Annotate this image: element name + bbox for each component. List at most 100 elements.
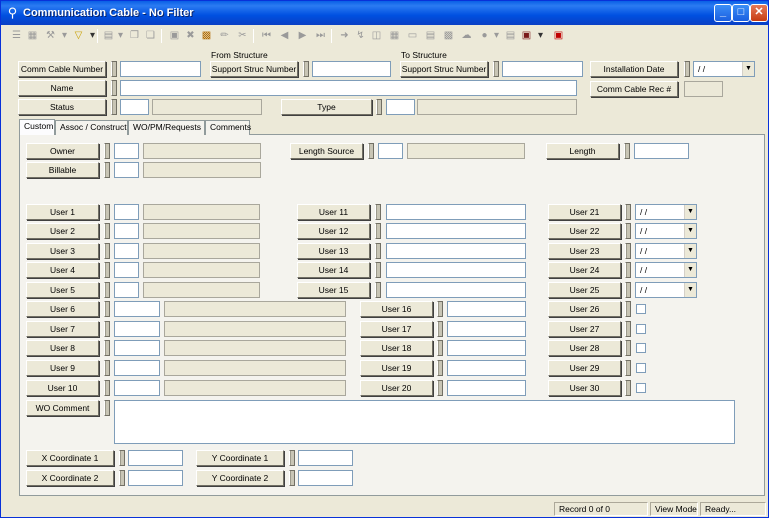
user-6-button[interactable]: User 6 — [26, 301, 99, 317]
user-30-checkbox[interactable] — [636, 383, 646, 393]
user-15-input[interactable] — [386, 282, 526, 298]
user-6-input[interactable] — [114, 301, 160, 317]
user-17-input[interactable] — [447, 321, 526, 337]
chevron-down-icon[interactable]: ▼ — [684, 205, 696, 219]
tab-custom[interactable]: Custom — [19, 119, 55, 135]
length-source-button[interactable]: Length Source — [290, 143, 363, 159]
help-book-icon[interactable]: ▣ — [519, 28, 534, 43]
chevron-down-icon[interactable]: ▼ — [684, 283, 696, 297]
user-22-date-dropdown[interactable]: / / ▼ — [635, 223, 697, 239]
query-icon[interactable]: ▦ — [25, 28, 40, 43]
exit-icon[interactable]: ▣ — [551, 28, 566, 43]
user-18-input[interactable] — [447, 340, 526, 356]
length-button[interactable]: Length — [546, 143, 619, 159]
print-icon[interactable]: ▤ — [503, 28, 518, 43]
list-icon[interactable]: ☰ — [9, 28, 24, 43]
y-coordinate-2-input[interactable] — [298, 470, 353, 486]
user-28-checkbox[interactable] — [636, 343, 646, 353]
user-29-checkbox[interactable] — [636, 363, 646, 373]
user-26-button[interactable]: User 26 — [548, 301, 621, 317]
x-coordinate-1-button[interactable]: X Coordinate 1 — [26, 450, 114, 466]
billable-button[interactable]: Billable — [26, 162, 99, 178]
user-18-button[interactable]: User 18 — [360, 340, 433, 356]
close-button[interactable]: ✕ — [750, 4, 768, 22]
user-21-date-dropdown[interactable]: / / ▼ — [635, 204, 697, 220]
type-code-input[interactable] — [386, 99, 415, 115]
user-1-input[interactable] — [114, 204, 139, 220]
user-12-input[interactable] — [386, 223, 526, 239]
edit-icon[interactable]: ✏ — [217, 28, 232, 43]
user-4-input[interactable] — [114, 262, 139, 278]
tools-icon[interactable]: ⚒ — [43, 28, 58, 43]
delete-icon[interactable]: ✖ — [183, 28, 198, 43]
user-11-input[interactable] — [386, 204, 526, 220]
type-button[interactable]: Type — [281, 99, 372, 115]
comm-cable-rec-button[interactable]: Comm Cable Rec # — [590, 81, 678, 97]
user-14-input[interactable] — [386, 262, 526, 278]
chart-icon[interactable]: ▩ — [441, 28, 456, 43]
from-support-struc-button[interactable]: Support Struc Number — [210, 61, 298, 77]
chevron-down-icon[interactable]: ▼ — [684, 263, 696, 277]
user-3-input[interactable] — [114, 243, 139, 259]
user-27-checkbox[interactable] — [636, 324, 646, 334]
user-2-button[interactable]: User 2 — [26, 223, 99, 239]
user-22-button[interactable]: User 22 — [548, 223, 621, 239]
user-8-button[interactable]: User 8 — [26, 340, 99, 356]
installation-date-button[interactable]: Installation Date — [590, 61, 678, 77]
user-13-button[interactable]: User 13 — [297, 243, 370, 259]
user-9-button[interactable]: User 9 — [26, 360, 99, 376]
user-28-button[interactable]: User 28 — [548, 340, 621, 356]
user-21-button[interactable]: User 21 — [548, 204, 621, 220]
user-13-input[interactable] — [386, 243, 526, 259]
help-dropdown-icon[interactable]: ▾ — [533, 28, 548, 43]
form-icon[interactable]: ▤ — [423, 28, 438, 43]
user-25-date-dropdown[interactable]: / / ▼ — [635, 282, 697, 298]
user-24-date-dropdown[interactable]: / / ▼ — [635, 262, 697, 278]
owner-button[interactable]: Owner — [26, 143, 99, 159]
user-23-date-dropdown[interactable]: / / ▼ — [635, 243, 697, 259]
user-8-input[interactable] — [114, 340, 160, 356]
user-5-button[interactable]: User 5 — [26, 282, 99, 298]
billable-code-input[interactable] — [114, 162, 139, 178]
books-icon[interactable]: ▩ — [199, 28, 214, 43]
user-16-input[interactable] — [447, 301, 526, 317]
first-record-icon[interactable]: ⏮ — [259, 28, 274, 43]
last-record-icon[interactable]: ⏭ — [313, 28, 328, 43]
dropdown-arrow-icon[interactable]: ▾ — [57, 28, 72, 43]
user-19-input[interactable] — [447, 360, 526, 376]
installation-date-dropdown[interactable]: / / ▼ — [693, 61, 755, 77]
user-23-button[interactable]: User 23 — [548, 243, 621, 259]
user-4-button[interactable]: User 4 — [26, 262, 99, 278]
cut-icon[interactable]: ✂ — [235, 28, 250, 43]
chevron-down-icon[interactable]: ▼ — [684, 244, 696, 258]
wo-comment-button[interactable]: WO Comment — [26, 400, 99, 416]
y-coordinate-1-button[interactable]: Y Coordinate 1 — [196, 450, 284, 466]
attach-icon[interactable]: ◫ — [369, 28, 384, 43]
window-icon[interactable]: ▭ — [405, 28, 420, 43]
user-12-button[interactable]: User 12 — [297, 223, 370, 239]
cloud-icon[interactable]: ☁ — [459, 28, 474, 43]
user-25-button[interactable]: User 25 — [548, 282, 621, 298]
y-coordinate-2-button[interactable]: Y Coordinate 2 — [196, 470, 284, 486]
user-7-input[interactable] — [114, 321, 160, 337]
lightning-icon[interactable]: ↯ — [353, 28, 368, 43]
user-20-button[interactable]: User 20 — [360, 380, 433, 396]
chevron-down-icon[interactable]: ▼ — [684, 224, 696, 238]
goto-icon[interactable]: ➜ — [337, 28, 352, 43]
user-5-input[interactable] — [114, 282, 139, 298]
length-source-code-input[interactable] — [378, 143, 403, 159]
filter-icon[interactable]: ▽ — [71, 28, 86, 43]
name-input[interactable] — [120, 80, 577, 96]
user-3-button[interactable]: User 3 — [26, 243, 99, 259]
user-2-input[interactable] — [114, 223, 139, 239]
comm-cable-number-button[interactable]: Comm Cable Number — [18, 61, 106, 77]
user-17-button[interactable]: User 17 — [360, 321, 433, 337]
title-bar[interactable]: ⚲ Communication Cable - No Filter _ □ ✕ — [1, 1, 768, 25]
user-9-input[interactable] — [114, 360, 160, 376]
user-29-button[interactable]: User 29 — [548, 360, 621, 376]
to-support-struc-input[interactable] — [502, 61, 583, 77]
user-14-button[interactable]: User 14 — [297, 262, 370, 278]
copy-icon[interactable]: ❐ — [127, 28, 142, 43]
user-1-button[interactable]: User 1 — [26, 204, 99, 220]
name-button[interactable]: Name — [18, 80, 106, 96]
